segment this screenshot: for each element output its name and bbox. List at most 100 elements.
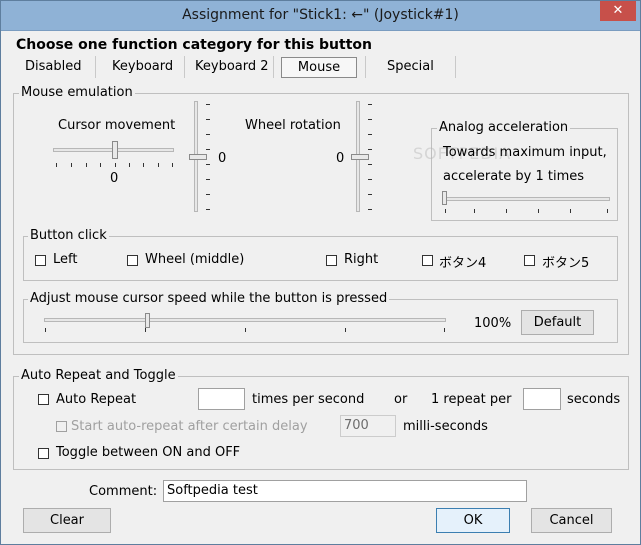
button4-label: ボタン4 bbox=[439, 256, 487, 271]
slider-tick bbox=[100, 163, 101, 167]
slider-tick bbox=[368, 134, 372, 135]
slider-tick bbox=[129, 163, 130, 167]
slider-tick bbox=[145, 328, 146, 332]
button-click-legend: Button click bbox=[28, 228, 109, 243]
tab-mouse[interactable]: Mouse bbox=[281, 57, 357, 78]
slider-tick bbox=[158, 163, 159, 167]
delay-label: Start auto-repeat after certain delay bbox=[71, 419, 308, 434]
seconds-input[interactable] bbox=[523, 388, 561, 410]
cursor-movement-label: Cursor movement bbox=[58, 118, 176, 133]
slider-thumb[interactable] bbox=[351, 154, 369, 160]
slider-tick bbox=[86, 163, 87, 167]
slider-tick bbox=[245, 328, 246, 332]
tab-special[interactable]: Special bbox=[387, 59, 434, 74]
comment-label: Comment: bbox=[89, 484, 158, 499]
slider-thumb[interactable] bbox=[145, 313, 150, 328]
comment-input[interactable]: Softpedia test bbox=[163, 480, 527, 502]
slider-tick bbox=[445, 209, 446, 213]
slider-tick bbox=[172, 163, 173, 167]
slider-tick bbox=[368, 104, 372, 105]
slider-tick bbox=[368, 194, 372, 195]
clear-button[interactable]: Clear bbox=[23, 508, 111, 533]
slider-tick bbox=[206, 209, 210, 210]
toggle-label: Toggle between ON and OFF bbox=[56, 445, 241, 460]
instruction-heading: Choose one function category for this bu… bbox=[16, 37, 372, 53]
or-label: or bbox=[394, 392, 408, 407]
mouse-emulation-legend: Mouse emulation bbox=[19, 85, 135, 100]
slider-tick bbox=[206, 119, 210, 120]
slider-tick bbox=[538, 209, 539, 213]
slider-tick bbox=[368, 179, 372, 180]
slider-tick bbox=[56, 163, 57, 167]
slider-tick bbox=[45, 328, 46, 332]
button4-checkbox[interactable] bbox=[422, 255, 433, 266]
cancel-button[interactable]: Cancel bbox=[531, 508, 612, 533]
cursor-v-value: 0 bbox=[218, 151, 227, 166]
slider-tick bbox=[206, 164, 210, 165]
slider-tick bbox=[115, 163, 116, 167]
slider-tick bbox=[71, 163, 72, 167]
button5-label: ボタン5 bbox=[542, 256, 590, 271]
assignment-dialog: Assignment for "Stick1: ←" (Joystick#1) … bbox=[0, 0, 641, 545]
toggle-checkbox[interactable] bbox=[38, 448, 49, 459]
tab-separator bbox=[455, 56, 456, 78]
ok-button[interactable]: OK bbox=[436, 508, 510, 533]
delay-checkbox[interactable] bbox=[56, 421, 67, 432]
cursor-h-value: 0 bbox=[110, 171, 119, 186]
close-button[interactable]: ✕ bbox=[600, 1, 636, 21]
wheel-rotation-label: Wheel rotation bbox=[245, 118, 341, 133]
slider-tick bbox=[368, 164, 372, 165]
right-click-label: Right bbox=[344, 252, 379, 267]
tab-keyboard[interactable]: Keyboard bbox=[112, 59, 173, 74]
left-click-label: Left bbox=[53, 252, 78, 267]
analog-line2: accelerate by 1 times bbox=[443, 169, 585, 184]
right-click-checkbox[interactable] bbox=[326, 255, 337, 266]
tab-separator bbox=[184, 56, 185, 78]
auto-repeat-label: Auto Repeat bbox=[56, 392, 137, 407]
middle-click-checkbox[interactable] bbox=[127, 255, 138, 266]
slider-tick bbox=[206, 104, 210, 105]
slider-tick bbox=[206, 134, 210, 135]
auto-repeat-legend: Auto Repeat and Toggle bbox=[19, 368, 178, 383]
slider-tick bbox=[368, 209, 372, 210]
slider-tick bbox=[506, 209, 507, 213]
slider-tick bbox=[607, 209, 608, 213]
button5-checkbox[interactable] bbox=[524, 255, 535, 266]
times-per-second-label: times per second bbox=[252, 392, 365, 407]
slider-tick bbox=[143, 163, 144, 167]
seconds-label: seconds bbox=[567, 392, 621, 407]
slider-tick bbox=[345, 328, 346, 332]
slider-tick bbox=[206, 149, 210, 150]
slider-track bbox=[442, 197, 610, 201]
default-button[interactable]: Default bbox=[521, 310, 594, 335]
middle-click-label: Wheel (middle) bbox=[145, 252, 245, 267]
auto-repeat-checkbox[interactable] bbox=[38, 394, 49, 405]
slider-tick bbox=[368, 149, 372, 150]
slider-thumb[interactable] bbox=[112, 141, 118, 159]
analog-acceleration-legend: Analog acceleration bbox=[437, 120, 571, 135]
slider-tick bbox=[444, 328, 445, 332]
tab-keyboard-2[interactable]: Keyboard 2 bbox=[195, 59, 269, 74]
slider-thumb[interactable] bbox=[189, 154, 207, 160]
wheel-value: 0 bbox=[336, 151, 345, 166]
cursor-speed-value: 100% bbox=[474, 316, 512, 331]
times-per-second-input[interactable] bbox=[198, 388, 245, 410]
delay-unit-label: milli-seconds bbox=[403, 419, 488, 434]
tab-separator bbox=[95, 56, 96, 78]
slider-tick bbox=[206, 194, 210, 195]
tab-separator bbox=[273, 56, 274, 78]
slider-tick bbox=[368, 119, 372, 120]
tab-disabled[interactable]: Disabled bbox=[25, 59, 81, 74]
analog-line1: Towards maximum input, bbox=[443, 145, 607, 160]
delay-input[interactable]: 700 bbox=[340, 415, 396, 437]
window-title: Assignment for "Stick1: ←" (Joystick#1) bbox=[182, 7, 459, 23]
slider-tick bbox=[206, 179, 210, 180]
slider-tick bbox=[570, 209, 571, 213]
repeat-per-label: 1 repeat per bbox=[431, 392, 512, 407]
tab-separator bbox=[365, 56, 366, 78]
slider-track bbox=[44, 318, 446, 322]
left-click-checkbox[interactable] bbox=[35, 255, 46, 266]
title-bar: Assignment for "Stick1: ←" (Joystick#1) … bbox=[1, 1, 640, 31]
slider-tick bbox=[474, 209, 475, 213]
slider-thumb[interactable] bbox=[442, 191, 447, 205]
